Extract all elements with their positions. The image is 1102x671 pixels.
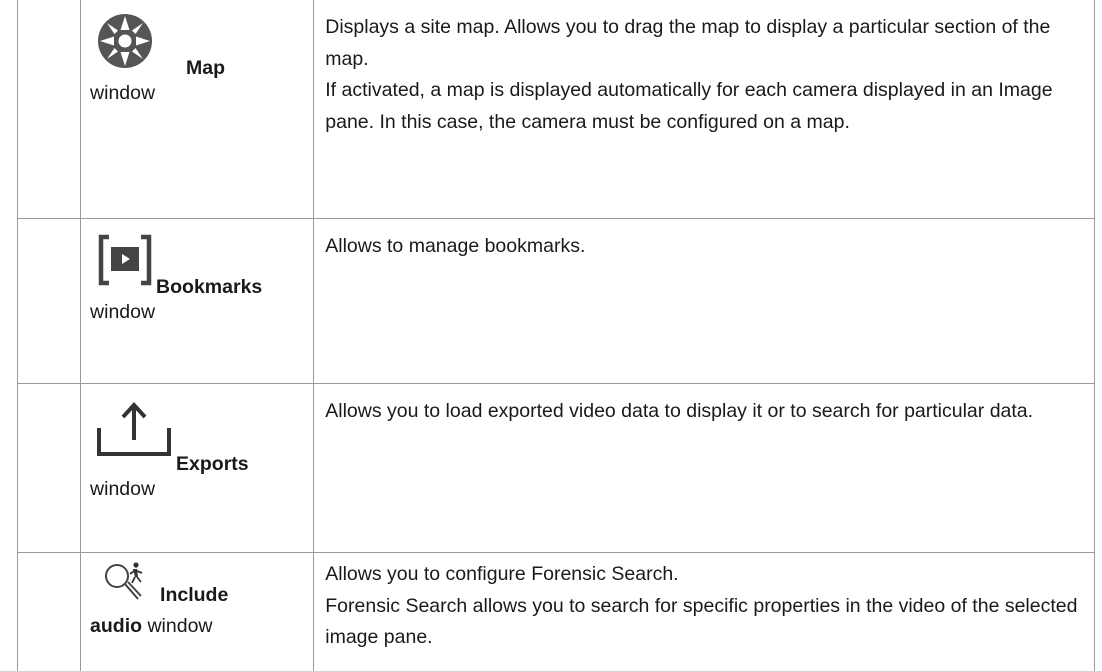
window-name: Include [160, 583, 228, 607]
window-name: Exports [176, 452, 249, 476]
empty-cell [18, 384, 81, 553]
window-name-continued: audio [90, 615, 142, 637]
window-name-cell: Bookmarks window [81, 219, 314, 384]
description-paragraph: Allows you to load exported video data t… [325, 396, 1082, 428]
table-row: Map window Displays a site map. Allows y… [18, 0, 1095, 219]
description-paragraph: Displays a site map. Allows you to drag … [325, 12, 1082, 75]
description-cell: Allows you to configure Forensic Search.… [314, 553, 1095, 671]
description-paragraph: Allows to manage bookmarks. [325, 231, 1082, 263]
empty-cell [18, 553, 81, 671]
window-suffix: window [90, 474, 305, 506]
table-row: Exports window Allows you to load export… [18, 384, 1095, 553]
window-name: Bookmarks [156, 275, 262, 299]
window-name-cell: Map window [81, 0, 314, 219]
window-name-cell: Include audio window [81, 553, 314, 671]
bookmarks-icon [96, 231, 154, 294]
windows-table: Map window Displays a site map. Allows y… [17, 0, 1095, 671]
forensic-search-icon [102, 561, 148, 610]
window-name: Map [186, 56, 225, 80]
description-paragraph: If activated, a map is displayed automat… [325, 75, 1082, 138]
description-cell: Allows to manage bookmarks. [314, 219, 1095, 384]
table-row: Bookmarks window Allows to manage bookma… [18, 219, 1095, 384]
window-suffix: window [90, 297, 305, 329]
description-paragraph: Allows you to configure Forensic Search. [325, 559, 1082, 591]
table-row: Include audio window Allows you to confi… [18, 553, 1095, 671]
map-compass-icon [96, 12, 154, 75]
window-suffix: window [90, 78, 305, 110]
window-name-cell: Exports window [81, 384, 314, 553]
description-paragraph: Forensic Search allows you to search for… [325, 591, 1082, 654]
empty-cell [18, 0, 81, 219]
description-cell: Displays a site map. Allows you to drag … [314, 0, 1095, 219]
window-suffix-line: audio window [90, 611, 305, 643]
window-suffix: window [147, 615, 212, 637]
export-upload-icon [96, 396, 172, 463]
description-cell: Allows you to load exported video data t… [314, 384, 1095, 553]
empty-cell [18, 219, 81, 384]
